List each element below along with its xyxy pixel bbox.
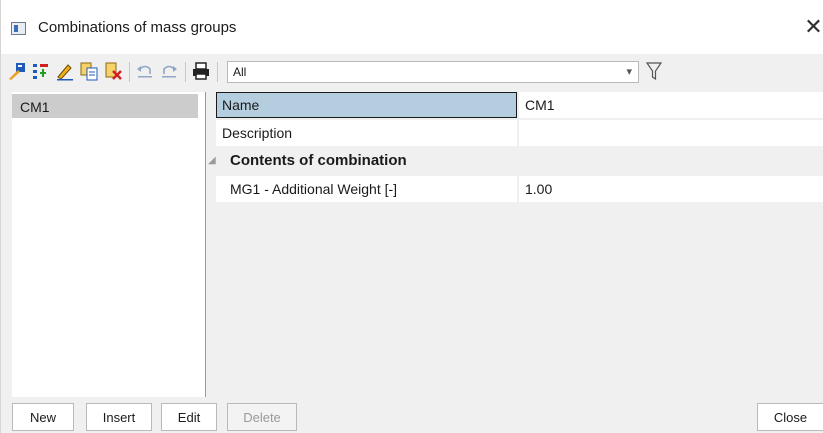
print-icon[interactable] xyxy=(191,61,211,81)
insert-button[interactable]: Insert xyxy=(86,403,152,431)
group-header-contents[interactable]: ◢ Contents of combination xyxy=(208,148,823,174)
toolbar-separator xyxy=(129,62,130,82)
property-row-name[interactable]: Name CM1 xyxy=(216,92,823,118)
property-row-description[interactable]: Description xyxy=(216,120,823,146)
name-value-field[interactable]: CM1 xyxy=(519,92,823,118)
mass-group-label: MG1 - Additional Weight [-] xyxy=(216,176,517,202)
edit-icon[interactable] xyxy=(55,61,75,81)
dialog-window: Combinations of mass groups ✕ All ▾ CM1 … xyxy=(0,0,823,433)
delete-button[interactable]: Delete xyxy=(227,403,297,431)
combination-list[interactable]: CM1 xyxy=(12,92,206,397)
redo-icon[interactable] xyxy=(159,61,179,81)
filter-dropdown[interactable]: All ▾ xyxy=(227,61,639,83)
title-bar: Combinations of mass groups ✕ xyxy=(1,0,823,54)
property-description-label: Description xyxy=(216,120,517,146)
collapse-icon[interactable]: ◢ xyxy=(208,155,216,166)
list-item-label: CM1 xyxy=(20,99,50,115)
edit-button[interactable]: Edit xyxy=(161,403,217,431)
close-button[interactable]: Close xyxy=(757,403,823,431)
insert-icon[interactable] xyxy=(31,61,51,81)
description-value-field[interactable] xyxy=(519,120,823,146)
undo-icon[interactable] xyxy=(135,61,155,81)
filter-value: All xyxy=(233,65,247,79)
window-icon xyxy=(11,22,26,35)
copy-icon[interactable] xyxy=(79,61,99,81)
group-label: Contents of combination xyxy=(230,152,407,169)
property-row-mg1[interactable]: MG1 - Additional Weight [-] 1.00 xyxy=(216,176,823,202)
new-button[interactable]: New xyxy=(12,403,74,431)
toolbar-separator xyxy=(217,62,218,82)
delete-icon[interactable] xyxy=(103,61,123,81)
new-icon[interactable] xyxy=(7,61,27,81)
toolbar-separator xyxy=(185,62,186,82)
mass-group-coefficient-field[interactable]: 1.00 xyxy=(519,176,823,202)
property-grid: Name CM1 Description ◢ Contents of combi… xyxy=(208,92,823,397)
filter-icon[interactable] xyxy=(645,60,663,82)
chevron-down-icon: ▾ xyxy=(626,66,632,78)
property-name-label: Name xyxy=(216,92,517,118)
toolbar: All ▾ xyxy=(1,54,823,90)
close-window-button[interactable]: ✕ xyxy=(803,14,823,40)
list-item[interactable]: CM1 xyxy=(12,94,198,118)
window-title: Combinations of mass groups xyxy=(38,19,237,36)
